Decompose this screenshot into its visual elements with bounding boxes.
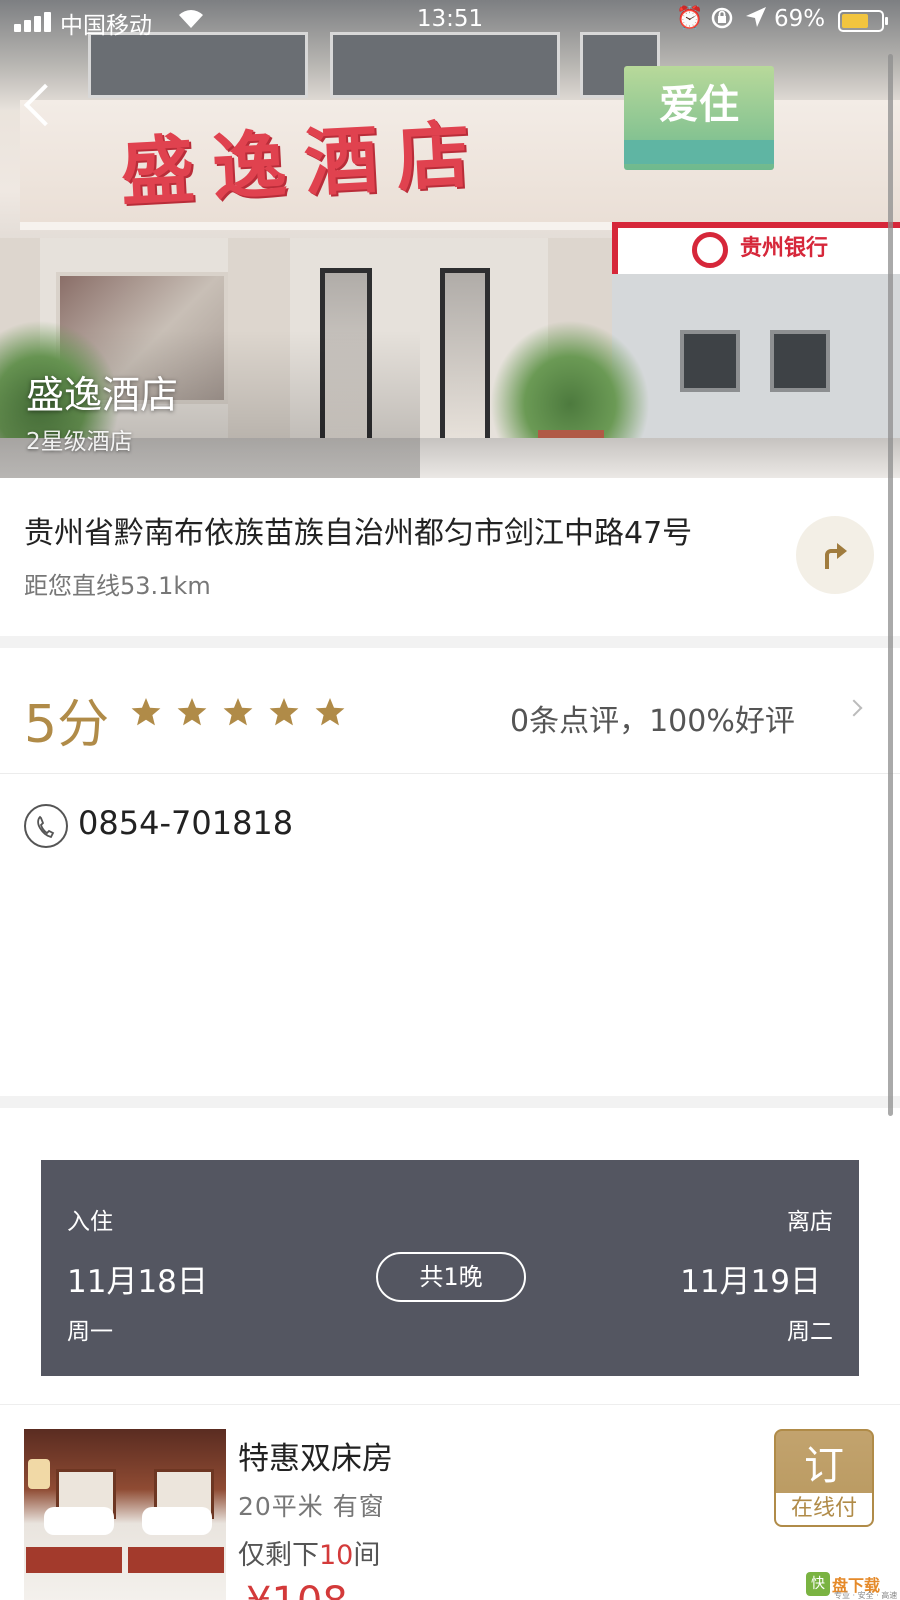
star-icon [177,698,207,726]
room-name: 特惠双床房 [238,1441,393,1477]
phone-section: 0854-701818 [0,774,900,1096]
nights-count-badge: 共1晚 [376,1252,526,1302]
atm-machine [680,330,740,392]
back-button[interactable] [14,82,64,132]
battery-nub [885,17,888,25]
room-price: ¥108 [246,1579,348,1600]
wifi-icon [176,6,206,36]
battery-icon [838,10,888,32]
clock: 13:51 [416,6,484,32]
lamp [28,1459,50,1489]
checkout-weekday: 周二 [787,1319,833,1345]
checkin-date[interactable]: 11月18日 [67,1256,208,1301]
green-sign-text: 爱住 [659,82,739,128]
status-bar: 中国移动 13:51 ⏰ 69% [0,0,900,44]
watermark-logo-icon: 快 [806,1572,830,1596]
checkout-date[interactable]: 11月19日 [680,1256,821,1301]
carrier-name: 中国移动 [60,13,152,39]
room-specs: 20平米 有窗 [238,1492,385,1521]
pillow [142,1507,212,1535]
phone-number[interactable]: 0854-701818 [78,804,293,842]
watermark-tagline: 专业 · 安全 · 高速 [834,1591,898,1600]
hotel-star-level: 2星级酒店 [26,429,133,455]
bank-sign-text: 贵州银行 [740,236,829,261]
green-franchise-sign: 爱住 [624,66,774,170]
date-selector[interactable]: 入住 11月18日 周一 共1晚 离店 11月19日 周二 [41,1160,859,1376]
room-list-item[interactable]: 特惠双床房 20平米 有窗 仅剩下10间 ¥108 订 在线付 [0,1404,900,1600]
site-watermark: 快 盘下载 专业 · 安全 · 高速 [806,1570,900,1600]
alarm-icon: ⏰ [676,6,704,31]
turn-right-arrow-icon [825,543,847,569]
checkout-label: 离店 [787,1209,833,1235]
location-icon [744,5,768,37]
review-summary: 0条点评，100%好评 [510,704,795,739]
address-section[interactable]: 贵州省黔南布依族苗族自治州都匀市剑江中路47号 距您直线53.1km [0,478,900,636]
distance-info: 距您直线53.1km [24,572,211,600]
star-icon [131,698,161,726]
pillow [44,1507,114,1535]
room-photo[interactable] [24,1429,226,1600]
remaining-suffix: 间 [353,1540,381,1571]
star-icon [269,698,299,726]
signal-icon [14,10,52,32]
star-icon [315,698,345,726]
hotel-name: 盛逸酒店 [26,373,179,417]
star-icon [223,698,253,726]
rating-score: 5分 [24,695,110,755]
section-divider [0,1096,900,1108]
atm-machine [770,330,830,392]
section-divider [0,636,900,648]
rating-row[interactable]: 5分 0条点评，100%好评 [0,654,900,774]
remaining-prefix: 仅剩下 [238,1540,319,1571]
rotation-lock-icon [710,6,734,36]
battery-level-fill [842,14,869,28]
hotel-address: 贵州省黔南布依族苗族自治州都匀市剑江中路47号 [24,516,693,551]
remaining-count: 10 [319,1540,354,1571]
bed-runner [128,1547,224,1573]
glass-door [440,268,490,444]
pay-online-label: 在线付 [776,1493,872,1525]
vertical-scrollbar[interactable] [888,54,893,1116]
bed-runner [26,1547,122,1573]
battery-percentage: 69% [774,6,826,32]
star-rating [130,696,346,728]
rooms-remaining: 仅剩下10间 [238,1533,380,1572]
green-sign-strip [624,140,774,164]
book-label: 订 [804,1443,844,1489]
bank-logo-icon [692,232,728,268]
book-button[interactable]: 订 在线付 [774,1429,874,1527]
chevron-right-icon [845,699,863,717]
phone-icon[interactable] [24,804,68,848]
navigation-button[interactable] [796,516,874,594]
checkin-label: 入住 [67,1209,113,1235]
hotel-sign-text: 盛逸酒店 [118,111,491,217]
checkin-weekday: 周一 [67,1319,113,1345]
